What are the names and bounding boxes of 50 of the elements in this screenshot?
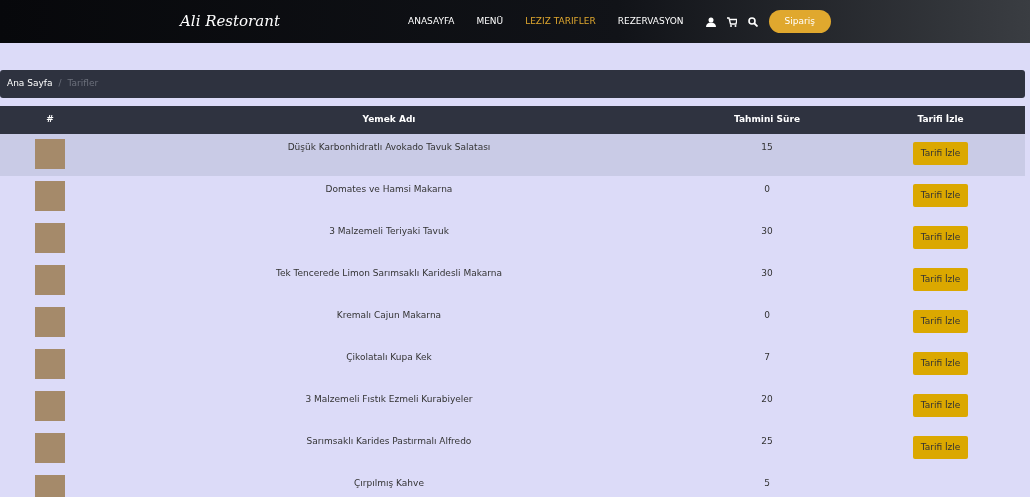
view-recipe-button[interactable]: Tarifi İzle [912,310,969,333]
recipe-name: Çikolatalı Kupa Kek [346,352,432,362]
user-icon[interactable] [705,16,716,27]
nav-link[interactable]: REZERVASYON [617,14,684,29]
nav-link[interactable]: MENÜ [476,14,504,29]
prep-time: 0 [764,184,770,194]
nav-link[interactable]: LEZIZ TARIFLER [525,14,596,29]
column-header: # [0,106,100,134]
column-header: Tarifi İzle [856,106,1025,134]
breadcrumb-current: Tarifler [67,77,99,91]
photo-placeholder [35,139,65,169]
prep-time: 7 [764,352,770,362]
prep-time: 0 [764,310,770,320]
view-recipe-button[interactable]: Tarifi İzle [912,226,969,249]
photo-placeholder [35,181,65,211]
recipe-name: Düşük Karbonhidratlı Avokado Tavuk Salatası [287,142,491,152]
breadcrumb-separator: / [58,77,62,91]
recipe-name: Çırpılmış Kahve [354,478,424,488]
view-recipe-button[interactable]: Tarifi İzle [912,142,969,165]
prep-time: 30 [761,226,773,236]
search-icon[interactable] [747,16,758,27]
view-recipe-button[interactable]: Tarifi İzle [912,394,969,417]
breadcrumb-link[interactable]: Ana Sayfa [7,77,53,91]
photo-placeholder [35,349,65,379]
photo-placeholder [35,475,65,497]
prep-time: 15 [761,142,773,152]
brand-logo[interactable]: Ali Restorant [180,10,408,33]
photo-placeholder [35,307,65,337]
photo-placeholder [35,223,65,253]
photo-placeholder [35,391,65,421]
photo-placeholder [35,433,65,463]
recipe-name: Kremalı Cajun Makarna [336,310,442,320]
view-recipe-button[interactable]: Tarifi İzle [912,436,969,459]
recipe-name: 3 Malzemeli Fıstık Ezmeli Kurabiyeler [305,394,473,404]
nav-link[interactable]: ANASAYFA [408,14,455,29]
column-header: Yemek Adı [100,106,678,134]
view-recipe-button[interactable]: Tarifi İzle [912,352,969,375]
photo-placeholder [35,265,65,295]
column-header: Tahmini Süre [678,106,856,134]
recipe-name: Sarımsaklı Karides Pastırmalı Alfredo [306,436,472,446]
view-recipe-button[interactable]: Tarifi İzle [912,268,969,291]
view-recipe-button[interactable]: Tarifi İzle [912,184,969,207]
recipe-name: 3 Malzemeli Teriyaki Tavuk [329,226,449,236]
cart-icon[interactable] [726,16,737,27]
prep-time: 25 [761,436,773,446]
recipe-name: Domates ve Hamsi Makarna [325,184,453,194]
recipe-name: Tek Tencerede Limon Sarımsaklı Karidesli Makarna [275,268,503,278]
prep-time: 20 [761,394,773,404]
prep-time: 5 [764,478,770,488]
prep-time: 30 [761,268,773,278]
